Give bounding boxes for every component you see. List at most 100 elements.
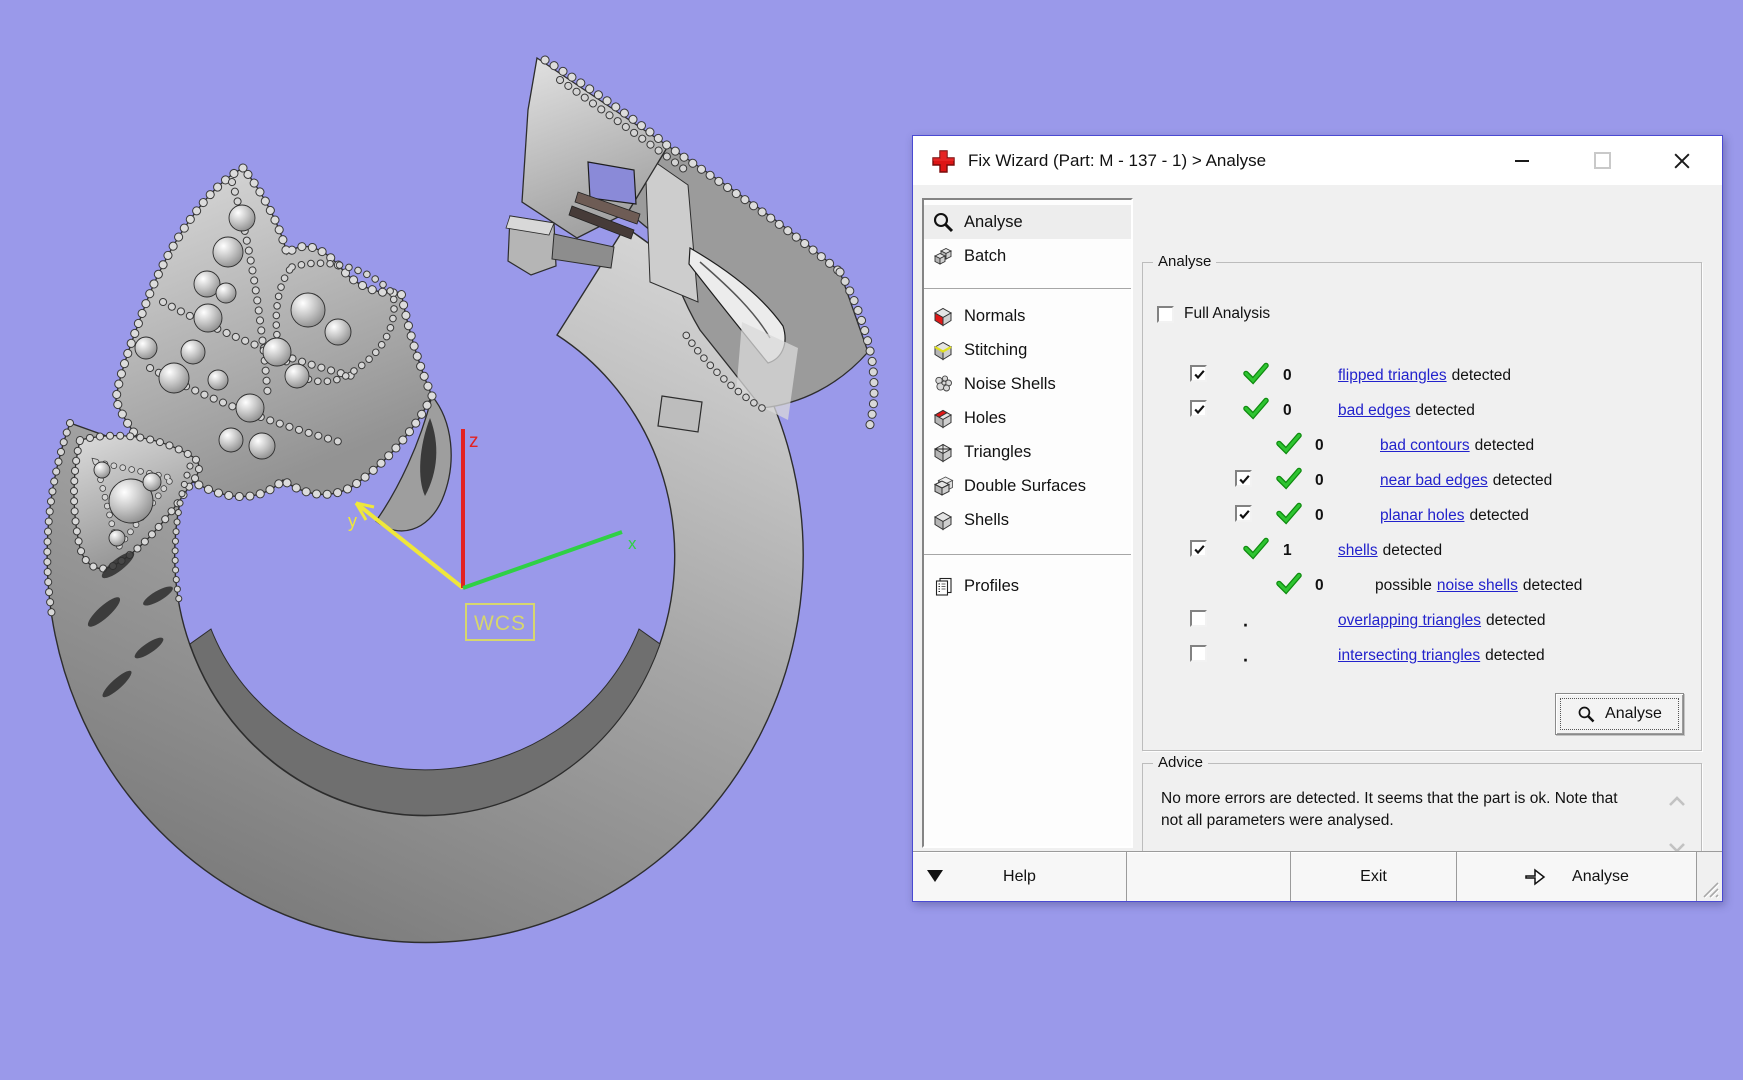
help-button[interactable]: Help — [913, 852, 1127, 901]
sidebar-item-label: Analyse — [964, 212, 1023, 231]
full-analysis-label: Full Analysis — [1184, 305, 1271, 322]
result-link[interactable]: noise shells — [1437, 577, 1518, 594]
result-link[interactable]: intersecting triangles — [1338, 647, 1480, 664]
sidebar-item-stitching[interactable]: Stitching — [924, 333, 1131, 367]
result-count: 1 — [1283, 541, 1292, 559]
batch-cubes-icon — [931, 244, 955, 268]
sidebar-item-holes[interactable]: Holes — [924, 401, 1131, 435]
sidebar-item-label: Holes — [964, 408, 1007, 427]
help-label: Help — [1003, 867, 1036, 885]
footer-empty-cell — [1127, 852, 1291, 901]
result-row-flipped-triangles: 0 0 flipped trianglesdetected — [1143, 358, 1701, 393]
maximize-button[interactable] — [1562, 136, 1642, 185]
green-check-icon — [1243, 362, 1269, 385]
wcs-label: WCS — [465, 603, 535, 641]
row-checkbox[interactable] — [1235, 504, 1252, 522]
result-row-near-bad-edges: 0 0 near bad edgesdetected — [1143, 463, 1701, 498]
window-title: Fix Wizard (Part: M - 137 - 1) > Analyse — [968, 150, 1267, 170]
result-row-overlapping-triangles: . . overlapping trianglesdetected — [1143, 603, 1701, 638]
application-canvas: z y x WCS Fix Wizard (Part: M - 137 - 1)… — [0, 0, 1743, 1080]
result-row-noise-shells: 0 0 possiblenoise shellsdetected — [1143, 568, 1701, 603]
sidebar-item-noise-shells[interactable]: Noise Shells — [924, 367, 1131, 401]
analyse-groupbox: Analyse Full Analysis 0 0 flipped triang… — [1142, 253, 1702, 751]
result-row-planar-holes: 0 0 planar holesdetected — [1143, 498, 1701, 533]
titlebar[interactable]: Fix Wizard (Part: M - 137 - 1) > Analyse — [913, 136, 1722, 185]
row-checkbox[interactable] — [1235, 469, 1252, 487]
groupbox-title: Advice — [1153, 754, 1209, 771]
full-analysis-checkbox-row[interactable]: Full Analysis — [1157, 305, 1270, 323]
sidebar-item-label: Shells — [964, 510, 1009, 529]
exit-button[interactable]: Exit — [1291, 852, 1457, 901]
close-icon — [1674, 152, 1690, 169]
sidebar-item-normals[interactable]: Normals — [924, 299, 1131, 333]
svg-text:WCS: WCS — [474, 612, 526, 635]
row-checkbox[interactable] — [1190, 644, 1207, 662]
analyse-button[interactable]: Analyse — [1555, 693, 1684, 735]
arrow-right-icon — [1525, 867, 1546, 886]
next-analyse-button[interactable]: Analyse — [1457, 852, 1697, 901]
next-analyse-label: Analyse — [1572, 867, 1629, 885]
maximize-icon — [1593, 152, 1611, 169]
sidebar-item-label: Normals — [964, 306, 1026, 325]
sidebar-item-batch[interactable]: Batch — [924, 239, 1131, 273]
advice-scroll-up-icon[interactable] — [1667, 794, 1687, 808]
profiles-icon — [931, 574, 955, 598]
analysis-results-list: 0 0 flipped trianglesdetected 0 0 bad ed… — [1143, 358, 1701, 673]
x-axis-label: x — [628, 534, 637, 553]
sidebar-item-label: Triangles — [964, 442, 1032, 461]
triangles-cube-icon — [931, 440, 955, 464]
result-row-intersecting-triangles: . . intersecting trianglesdetected — [1143, 638, 1701, 673]
green-check-icon — [1276, 502, 1302, 525]
green-check-icon — [1276, 467, 1302, 490]
sidebar-item-label: Batch — [964, 246, 1007, 265]
result-count: 0 — [1315, 576, 1324, 594]
result-row-shells: 1 1 shellsdetected — [1143, 533, 1701, 568]
z-axis-label: z — [469, 431, 479, 452]
result-link[interactable]: flipped triangles — [1338, 367, 1447, 384]
row-checkbox[interactable] — [1190, 364, 1207, 382]
sidebar-separator — [924, 554, 1131, 555]
result-link[interactable]: bad contours — [1380, 437, 1470, 454]
normals-cube-icon — [931, 304, 955, 328]
ring-model — [43, 55, 879, 944]
close-button[interactable] — [1642, 136, 1722, 185]
y-axis-label: y — [348, 511, 357, 531]
holes-cube-icon — [931, 406, 955, 430]
exit-label: Exit — [1360, 867, 1387, 885]
green-check-icon — [1243, 537, 1269, 560]
stitching-cube-icon — [931, 338, 955, 362]
green-check-icon — [1276, 432, 1302, 455]
result-link[interactable]: overlapping triangles — [1338, 612, 1481, 629]
sidebar-item-triangles[interactable]: Triangles — [924, 435, 1131, 469]
x-axis — [462, 530, 623, 590]
advice-text: No more errors are detected. It seems th… — [1161, 790, 1618, 829]
result-count: 0 — [1315, 436, 1324, 454]
dropdown-triangle-icon[interactable] — [927, 870, 943, 882]
full-analysis-checkbox[interactable] — [1157, 305, 1174, 323]
green-check-icon — [1276, 572, 1302, 595]
minimize-icon — [1515, 159, 1529, 162]
red-cross-icon — [932, 149, 955, 173]
sidebar-item-label: Noise Shells — [964, 374, 1056, 393]
result-link[interactable]: near bad edges — [1380, 472, 1488, 489]
row-checkbox[interactable] — [1190, 399, 1207, 417]
sidebar-separator — [924, 288, 1131, 289]
sidebar-item-double-surfaces[interactable]: Double Surfaces — [924, 469, 1131, 503]
resize-grip[interactable] — [1700, 879, 1720, 899]
noise-shells-icon — [931, 372, 955, 396]
dialog-body: Analyse Batch Normals Stitching Noise Sh… — [913, 185, 1722, 901]
wizard-sidebar: Analyse Batch Normals Stitching Noise Sh… — [922, 198, 1133, 848]
fix-wizard-window: Fix Wizard (Part: M - 137 - 1) > Analyse — [912, 135, 1723, 902]
minimize-button[interactable] — [1482, 136, 1562, 185]
result-link[interactable]: shells — [1338, 542, 1378, 559]
analyse-button-label: Analyse — [1605, 705, 1662, 722]
result-link[interactable]: bad edges — [1338, 402, 1410, 419]
row-checkbox[interactable] — [1190, 609, 1207, 627]
row-checkbox[interactable] — [1190, 539, 1207, 557]
sidebar-item-shells[interactable]: Shells — [924, 503, 1131, 537]
sidebar-item-analyse[interactable]: Analyse — [924, 205, 1131, 239]
green-check-icon — [1243, 397, 1269, 420]
double-surfaces-icon — [931, 474, 955, 498]
result-link[interactable]: planar holes — [1380, 507, 1464, 524]
sidebar-item-profiles[interactable]: Profiles — [924, 569, 1131, 603]
